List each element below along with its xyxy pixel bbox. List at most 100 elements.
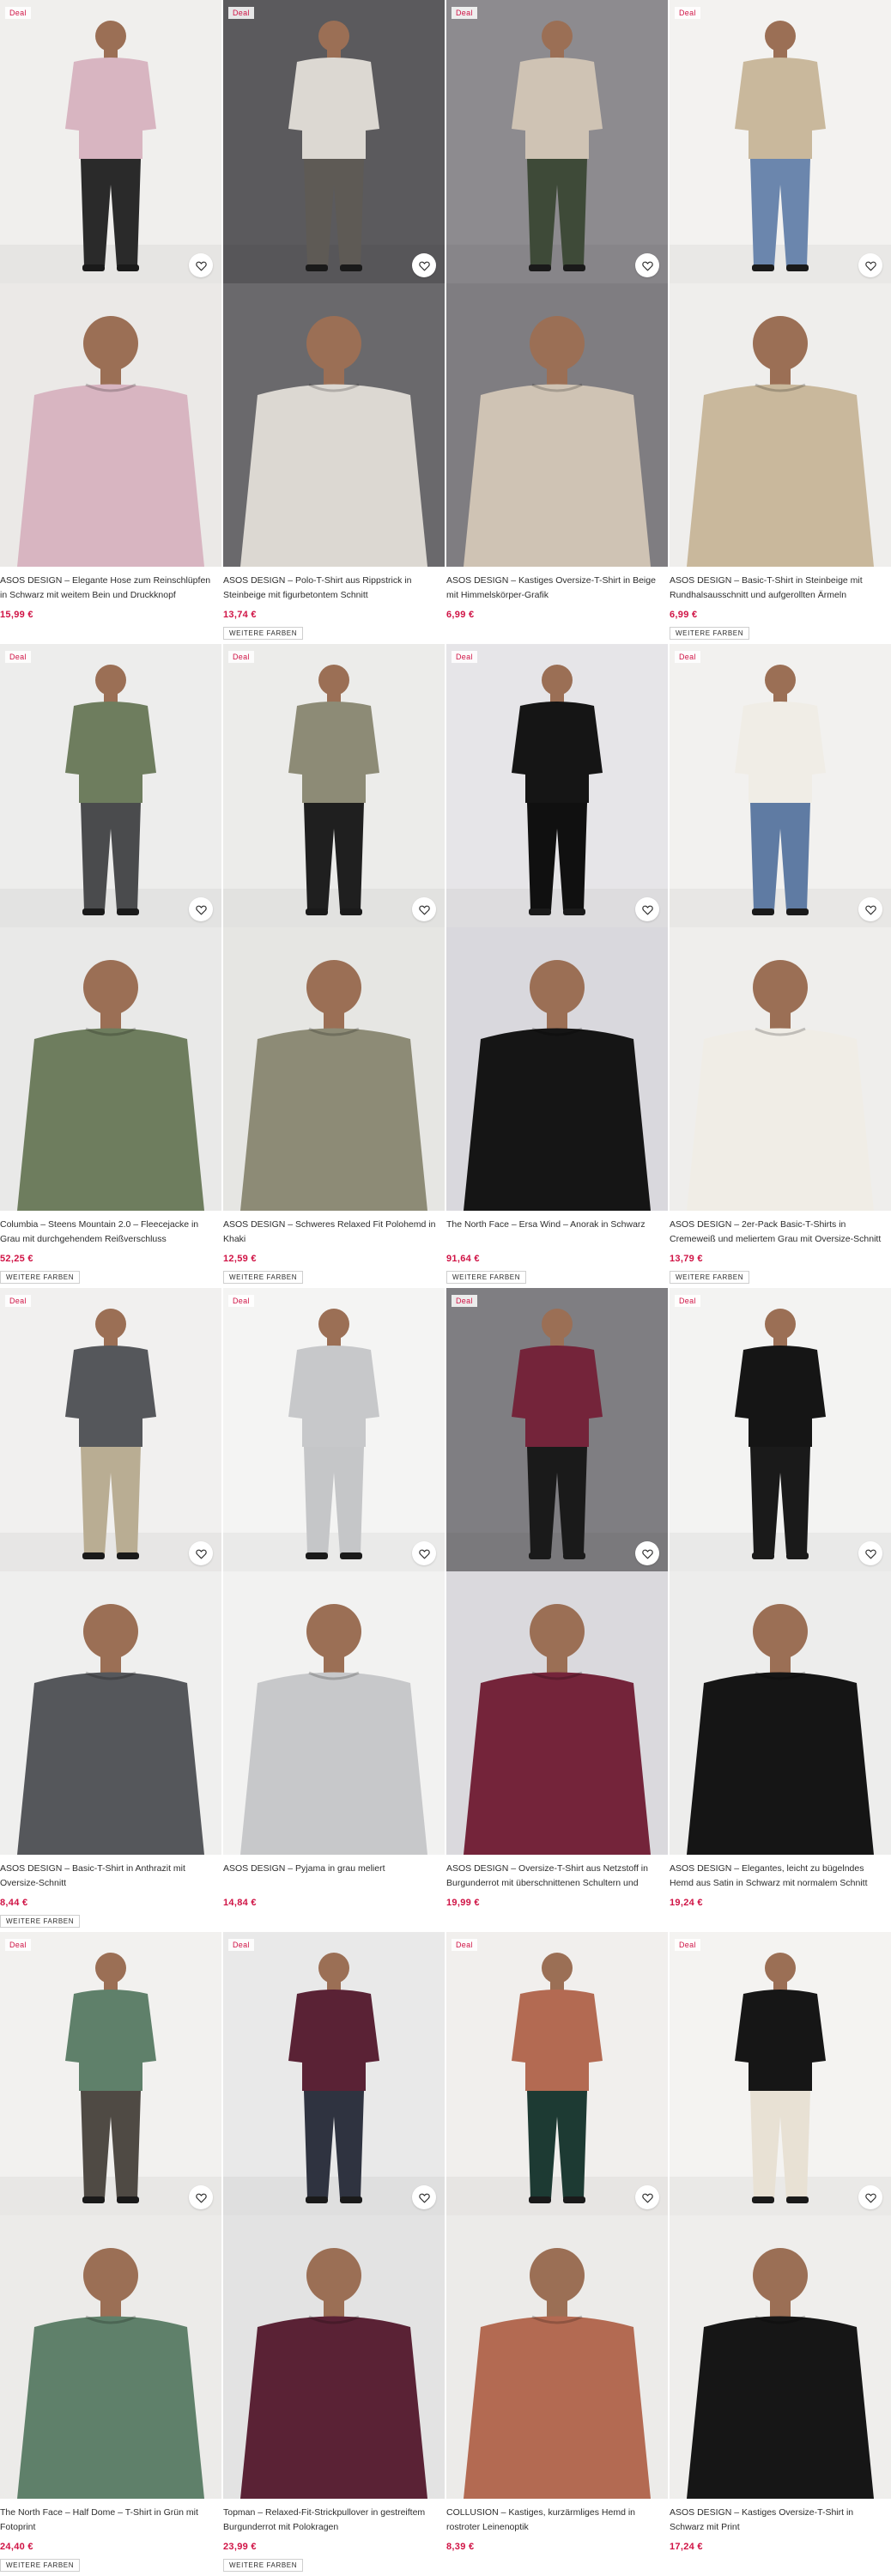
product-image-primary[interactable]: Deal [0,644,221,927]
product-title[interactable]: Columbia – Steens Mountain 2.0 – Fleecej… [0,1218,220,1247]
save-for-later-button[interactable] [635,1541,659,1565]
product-card[interactable]: Deal ASOS DESIGN – Elegante Hose zum Rei… [0,0,223,644]
save-for-later-button[interactable] [635,897,659,921]
save-for-later-button[interactable] [189,1541,213,1565]
product-image-primary[interactable]: Deal [223,644,445,927]
product-title[interactable]: ASOS DESIGN – Kastiges Oversize-T-Shirt … [446,574,666,603]
product-card[interactable]: Deal ASOS DESIGN – Kastiges Oversize-T-S… [670,1932,891,2576]
product-card[interactable]: Deal The North Face – Half Dome – T-Shir… [0,1932,223,2576]
product-image-secondary[interactable] [223,927,445,1211]
product-card[interactable]: Deal COLLUSION – Kastiges, kurzärmliges … [446,1932,670,2576]
product-image-secondary[interactable] [0,283,221,567]
product-image-secondary[interactable] [670,283,891,567]
product-title[interactable]: The North Face – Ersa Wind – Anorak in S… [446,1218,666,1232]
deal-badge: Deal [228,651,254,663]
product-title[interactable]: COLLUSION – Kastiges, kurzärmliges Hemd … [446,2506,666,2535]
deal-badge: Deal [228,1939,254,1951]
product-image-primary[interactable]: Deal [446,0,668,283]
product-image-secondary[interactable] [446,1571,668,1855]
product-title[interactable]: ASOS DESIGN – Schweres Relaxed Fit Poloh… [223,1218,443,1247]
product-image-secondary[interactable] [223,1571,445,1855]
more-colors-button[interactable]: WEITERE FARBEN [0,2559,81,2572]
more-colors-button[interactable]: WEITERE FARBEN [223,2559,304,2572]
save-for-later-button[interactable] [412,2185,436,2209]
product-title[interactable]: The North Face – Half Dome – T-Shirt in … [0,2506,220,2535]
product-image-secondary[interactable] [0,927,221,1211]
product-image-primary[interactable]: Deal [0,1932,221,2215]
product-title[interactable]: ASOS DESIGN – Oversize-T-Shirt aus Netzs… [446,1862,666,1891]
save-for-later-button[interactable] [858,2185,882,2209]
model-figure [0,1571,221,1855]
more-colors-button[interactable]: WEITERE FARBEN [670,1271,750,1284]
more-colors-button[interactable]: WEITERE FARBEN [670,627,750,640]
product-title[interactable]: ASOS DESIGN – Elegante Hose zum Reinschl… [0,574,220,603]
product-image-secondary[interactable] [0,1571,221,1855]
product-image-primary[interactable]: Deal [223,1288,445,1571]
save-for-later-button[interactable] [189,897,213,921]
product-card[interactable]: Deal ASOS DESIGN – Elegantes, leicht zu … [670,1288,891,1932]
save-for-later-button[interactable] [412,897,436,921]
product-image-primary[interactable]: Deal [223,0,445,283]
more-colors-button[interactable]: WEITERE FARBEN [223,1271,304,1284]
save-for-later-button[interactable] [635,2185,659,2209]
product-card[interactable]: Deal ASOS DESIGN – Basic-T-Shirt in Stei… [670,0,891,644]
product-card[interactable]: Deal ASOS DESIGN – Kastiges Oversize-T-S… [446,0,670,644]
product-image-secondary[interactable] [0,2215,221,2499]
product-image-secondary[interactable] [223,283,445,567]
product-image-secondary[interactable] [446,927,668,1211]
product-card[interactable]: Deal ASOS DESIGN – Schweres Relaxed Fit … [223,644,446,1288]
more-colors-button[interactable]: WEITERE FARBEN [0,1915,81,1928]
product-image-secondary[interactable] [670,2215,891,2499]
product-title[interactable]: ASOS DESIGN – Kastiges Oversize-T-Shirt … [670,2506,889,2535]
product-image-primary[interactable]: Deal [0,1288,221,1571]
product-card[interactable]: Deal Topman – Relaxed-Fit-Strickpullover… [223,1932,446,2576]
save-for-later-button[interactable] [635,253,659,277]
product-title[interactable]: Topman – Relaxed-Fit-Strickpullover in g… [223,2506,443,2535]
model-figure [0,927,221,1211]
product-image-primary[interactable]: Deal [446,644,668,927]
product-image-primary[interactable]: Deal [670,0,891,283]
more-colors-button[interactable]: WEITERE FARBEN [446,1271,527,1284]
more-colors-button[interactable]: WEITERE FARBEN [223,627,304,640]
save-for-later-button[interactable] [412,253,436,277]
save-for-later-button[interactable] [189,253,213,277]
product-image-primary[interactable]: Deal [670,1932,891,2215]
save-for-later-button[interactable] [858,253,882,277]
product-image-secondary[interactable] [223,2215,445,2499]
save-for-later-button[interactable] [858,1541,882,1565]
product-image-primary[interactable]: Deal [446,1288,668,1571]
model-figure [670,1932,891,2215]
product-card[interactable]: Deal ASOS DESIGN – 2er-Pack Basic-T-Shir… [670,644,891,1288]
deal-badge: Deal [675,1295,700,1307]
product-card[interactable]: Deal ASOS DESIGN – Polo-T-Shirt aus Ripp… [223,0,446,644]
product-card[interactable]: Deal The North Face – Ersa Wind – Anorak… [446,644,670,1288]
product-image-secondary[interactable] [446,2215,668,2499]
product-image-primary[interactable]: Deal [670,644,891,927]
product-image-secondary[interactable] [670,927,891,1211]
save-for-later-button[interactable] [412,1541,436,1565]
product-image-secondary[interactable] [446,283,668,567]
product-title[interactable]: ASOS DESIGN – 2er-Pack Basic-T-Shirts in… [670,1218,889,1247]
product-title[interactable]: ASOS DESIGN – Basic-T-Shirt in Steinbeig… [670,574,889,603]
model-figure [670,644,891,927]
product-price: 15,99 € [0,610,33,620]
save-for-later-button[interactable] [858,897,882,921]
product-price: 19,24 € [670,1898,703,1908]
product-image-secondary[interactable] [670,1571,891,1855]
product-title[interactable]: ASOS DESIGN – Pyjama in grau meliert [223,1862,443,1876]
product-card[interactable]: Deal ASOS DESIGN – Basic-T-Shirt in Anth… [0,1288,223,1932]
product-title[interactable]: ASOS DESIGN – Polo-T-Shirt aus Rippstric… [223,574,443,603]
product-image-primary[interactable]: Deal [0,0,221,283]
product-image-primary[interactable]: Deal [670,1288,891,1571]
product-card[interactable]: Deal Columbia – Steens Mountain 2.0 – Fl… [0,644,223,1288]
save-for-later-button[interactable] [189,2185,213,2209]
product-title[interactable]: ASOS DESIGN – Elegantes, leicht zu bügel… [670,1862,889,1891]
product-image-primary[interactable]: Deal [446,1932,668,2215]
model-figure [0,1288,221,1571]
more-colors-button[interactable]: WEITERE FARBEN [0,1271,81,1284]
product-card[interactable]: Deal ASOS DESIGN – Oversize-T-Shirt aus … [446,1288,670,1932]
heart-icon [418,905,430,914]
product-title[interactable]: ASOS DESIGN – Basic-T-Shirt in Anthrazit… [0,1862,220,1891]
product-card[interactable]: Deal ASOS DESIGN – Pyjama in grau melier… [223,1288,446,1932]
product-image-primary[interactable]: Deal [223,1932,445,2215]
